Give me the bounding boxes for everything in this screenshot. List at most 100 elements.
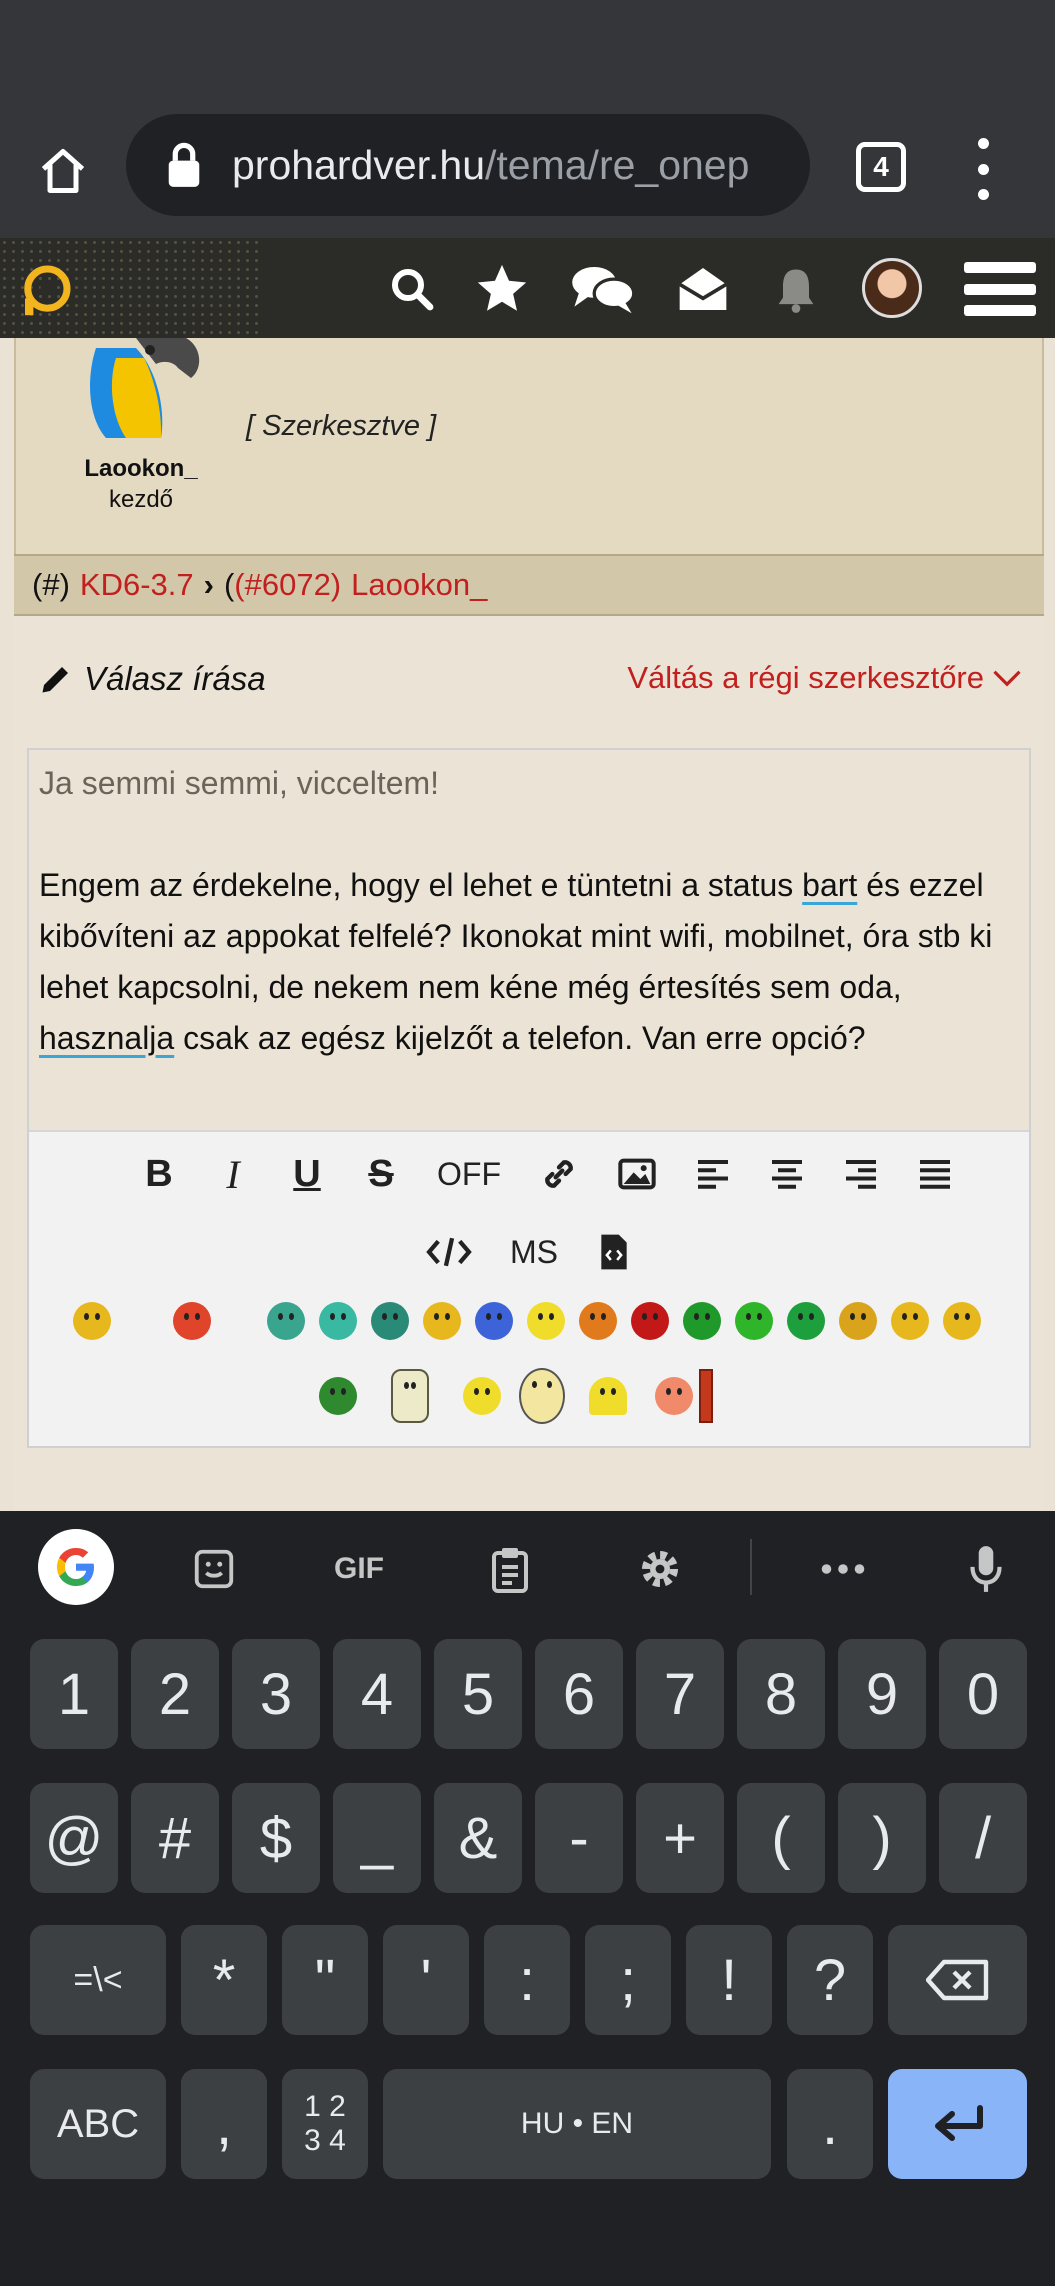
key-hash[interactable]: # — [131, 1783, 219, 1893]
key-question[interactable]: ? — [787, 1925, 873, 2035]
smiley-icon[interactable] — [787, 1302, 825, 1340]
smiley-icon[interactable] — [943, 1302, 981, 1340]
browser-menu-button[interactable] — [960, 138, 1006, 200]
key-comma[interactable]: , — [181, 2069, 267, 2179]
smiley-icon[interactable] — [631, 1302, 669, 1340]
address-bar[interactable]: prohardver.hu/tema/re_onep — [126, 114, 810, 216]
off-button[interactable]: OFF — [437, 1150, 501, 1198]
brick-icon[interactable] — [699, 1369, 713, 1423]
smiley-icon[interactable] — [319, 1377, 357, 1415]
post-username[interactable]: Laookon_ — [56, 455, 226, 483]
key-plus[interactable]: + — [636, 1783, 724, 1893]
hamburger-menu-icon[interactable] — [964, 262, 1036, 316]
align-right-icon[interactable] — [843, 1150, 879, 1198]
smiley-icon[interactable] — [579, 1302, 617, 1340]
star-icon[interactable] — [470, 260, 534, 318]
post-author-link[interactable]: Laookon_ — [351, 567, 487, 603]
smiley-icon[interactable] — [839, 1302, 877, 1340]
key-at[interactable]: @ — [30, 1783, 118, 1893]
key-1[interactable]: 1 — [30, 1639, 118, 1749]
code-file-icon[interactable] — [596, 1228, 632, 1276]
smiley-icon[interactable] — [589, 1377, 627, 1415]
smiley-icon[interactable] — [319, 1302, 357, 1340]
enter-key[interactable] — [888, 2069, 1027, 2179]
avatar[interactable] — [862, 258, 922, 318]
key-minus[interactable]: - — [535, 1783, 623, 1893]
space-key[interactable]: HU • EN — [383, 2069, 771, 2179]
key-2[interactable]: 2 — [131, 1639, 219, 1749]
key-underscore[interactable]: _ — [333, 1783, 421, 1893]
key-8[interactable]: 8 — [737, 1639, 825, 1749]
smiley-icon[interactable] — [735, 1302, 773, 1340]
key-exclamation[interactable]: ! — [686, 1925, 772, 2035]
user-avatar-parrot[interactable] — [66, 338, 206, 438]
code-icon[interactable] — [426, 1228, 472, 1276]
chat-icon[interactable] — [568, 260, 638, 318]
key-semicolon[interactable]: ; — [585, 1925, 671, 2035]
numpad-key[interactable]: 1 2 3 4 — [282, 2069, 368, 2179]
home-button[interactable] — [28, 136, 98, 206]
envelope-open-icon[interactable] — [672, 260, 734, 318]
key-period[interactable]: . — [787, 2069, 873, 2179]
smiley-icon[interactable] — [475, 1302, 513, 1340]
abc-key[interactable]: ABC — [30, 2069, 166, 2179]
logo-icon[interactable] — [18, 262, 74, 318]
underline-button[interactable]: U — [289, 1150, 325, 1198]
settings-gear-icon[interactable] — [632, 1541, 688, 1597]
more-icon[interactable] — [818, 1541, 868, 1597]
ms-button[interactable]: MS — [510, 1228, 558, 1276]
smiley-icon[interactable] — [267, 1302, 305, 1340]
key-9[interactable]: 9 — [838, 1639, 926, 1749]
key-open-paren[interactable]: ( — [737, 1783, 825, 1893]
align-center-icon[interactable] — [769, 1150, 805, 1198]
bold-button[interactable]: B — [141, 1150, 177, 1198]
misspelled-word[interactable]: hasznalja — [39, 1020, 174, 1056]
key-asterisk[interactable]: * — [181, 1925, 267, 2035]
key-dollar[interactable]: $ — [232, 1783, 320, 1893]
align-justify-icon[interactable] — [917, 1150, 953, 1198]
key-7[interactable]: 7 — [636, 1639, 724, 1749]
gif-button[interactable]: GIF — [328, 1541, 390, 1597]
key-more-symbols[interactable]: =\< — [30, 1925, 166, 2035]
key-close-paren[interactable]: ) — [838, 1783, 926, 1893]
key-double-quote[interactable]: " — [282, 1925, 368, 2035]
key-6[interactable]: 6 — [535, 1639, 623, 1749]
editor-textarea[interactable]: Ja semmi semmi, vicceltem! Engem az érde… — [29, 750, 1029, 1130]
smiley-icon[interactable] — [173, 1302, 211, 1340]
post-anchor-link[interactable]: (#) — [32, 567, 70, 603]
post-number-link[interactable]: ((#6072) — [224, 567, 341, 603]
google-icon[interactable] — [38, 1529, 114, 1605]
search-icon[interactable] — [382, 260, 442, 318]
image-icon[interactable] — [617, 1150, 657, 1198]
smiley-icon[interactable] — [371, 1302, 409, 1340]
key-slash[interactable]: / — [939, 1783, 1027, 1893]
topic-link[interactable]: KD6-3.7 — [80, 567, 194, 603]
tab-switcher-button[interactable]: 4 — [856, 142, 906, 192]
sticker-icon[interactable] — [188, 1541, 240, 1597]
key-4[interactable]: 4 — [333, 1639, 421, 1749]
smiley-icon[interactable] — [683, 1302, 721, 1340]
key-colon[interactable]: : — [484, 1925, 570, 2035]
smiley-icon[interactable] — [527, 1302, 565, 1340]
microphone-icon[interactable] — [966, 1541, 1006, 1597]
link-icon[interactable] — [539, 1150, 579, 1198]
smiley-icon[interactable] — [519, 1368, 565, 1424]
key-5[interactable]: 5 — [434, 1639, 522, 1749]
backspace-key[interactable] — [888, 1925, 1027, 2035]
clipboard-icon[interactable] — [484, 1541, 536, 1597]
key-0[interactable]: 0 — [939, 1639, 1027, 1749]
key-3[interactable]: 3 — [232, 1639, 320, 1749]
bell-icon[interactable] — [766, 260, 826, 318]
smiley-icon[interactable] — [391, 1369, 429, 1423]
smiley-icon[interactable] — [423, 1302, 461, 1340]
smiley-icon[interactable] — [655, 1377, 693, 1415]
align-left-icon[interactable] — [695, 1150, 731, 1198]
misspelled-word[interactable]: bart — [802, 867, 857, 903]
key-single-quote[interactable]: ' — [383, 1925, 469, 2035]
reply-editor[interactable]: Ja semmi semmi, vicceltem! Engem az érde… — [27, 748, 1031, 1448]
smiley-icon[interactable] — [891, 1302, 929, 1340]
smiley-icon[interactable] — [73, 1302, 111, 1340]
key-ampersand[interactable]: & — [434, 1783, 522, 1893]
smiley-icon[interactable] — [463, 1377, 501, 1415]
switch-editor-link[interactable]: Váltás a régi szerkesztőre — [627, 660, 1022, 696]
